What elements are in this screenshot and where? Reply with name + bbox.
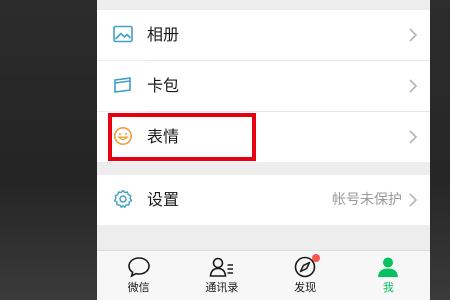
tab-contacts[interactable]: 通讯录 bbox=[180, 251, 263, 300]
sticker-smile-icon bbox=[112, 125, 134, 147]
chevron-right-icon bbox=[409, 28, 418, 42]
tab-chats[interactable]: 微信 bbox=[97, 251, 180, 300]
contacts-icon bbox=[209, 255, 235, 279]
album-icon bbox=[112, 23, 134, 45]
chat-bubble-icon bbox=[126, 255, 152, 279]
chevron-right-icon bbox=[409, 130, 418, 144]
chevron-right-icon bbox=[409, 79, 418, 93]
menu-item-label: 相册 bbox=[147, 25, 180, 44]
menu-item-card-wallet[interactable]: 卡包 bbox=[97, 61, 430, 111]
tab-label: 发现 bbox=[294, 281, 317, 294]
person-icon bbox=[375, 255, 401, 279]
notification-badge bbox=[312, 254, 321, 262]
chevron-right-icon bbox=[409, 193, 418, 207]
gear-icon bbox=[112, 188, 134, 210]
tab-label: 微信 bbox=[127, 281, 150, 294]
bottom-tab-bar: 微信 通讯录 发现 我 bbox=[97, 250, 430, 300]
tab-me[interactable]: 我 bbox=[347, 251, 430, 300]
wechat-me-screen: 相册 卡包 表情 设置 帐号未保护 微信 通讯录 发现 我 bbox=[97, 0, 430, 300]
backdrop-left bbox=[0, 0, 97, 300]
menu-item-label: 设置 bbox=[147, 190, 180, 209]
menu-item-album[interactable]: 相册 bbox=[97, 10, 430, 60]
menu-item-stickers[interactable]: 表情 bbox=[97, 112, 430, 162]
card-wallet-icon bbox=[112, 74, 134, 96]
menu-item-label: 表情 bbox=[147, 127, 180, 146]
menu-item-settings[interactable]: 设置 帐号未保护 bbox=[97, 175, 430, 225]
backdrop-right bbox=[430, 0, 450, 300]
tab-label: 通讯录 bbox=[205, 281, 239, 294]
compass-icon bbox=[292, 254, 321, 279]
tab-discover[interactable]: 发现 bbox=[264, 251, 347, 300]
account-protection-status: 帐号未保护 bbox=[332, 192, 402, 208]
tab-label: 我 bbox=[382, 281, 394, 294]
menu-item-label: 卡包 bbox=[147, 76, 180, 95]
